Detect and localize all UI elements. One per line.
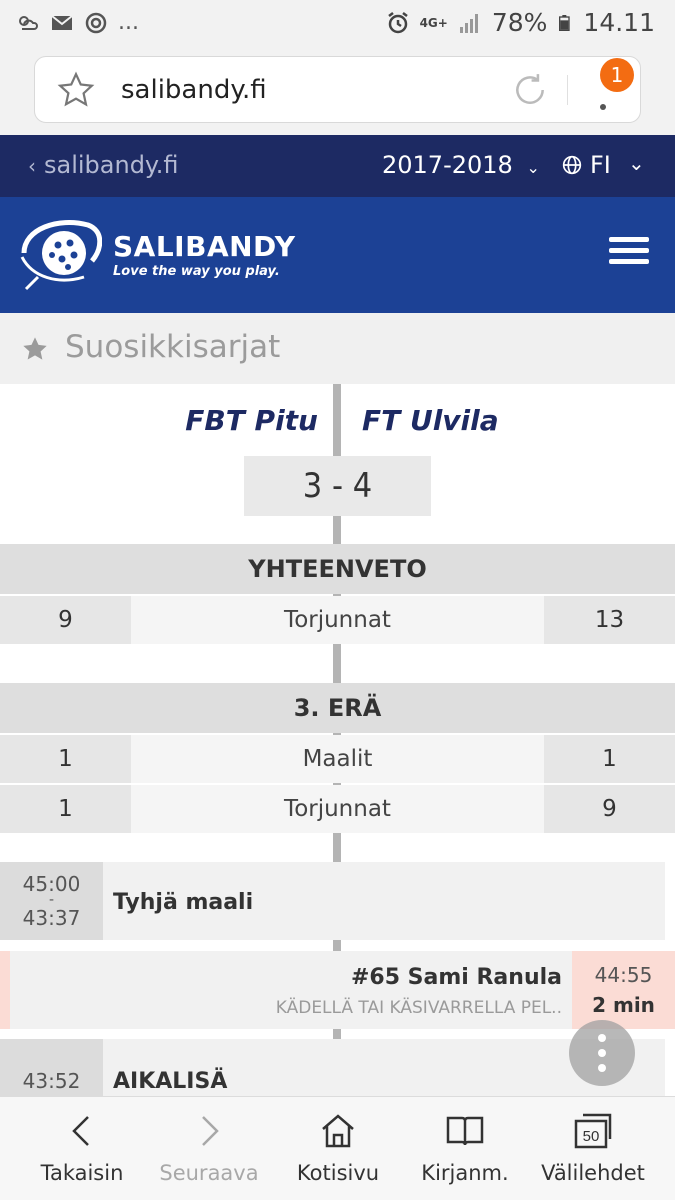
back-icon bbox=[72, 1116, 89, 1146]
stat-label: Torjunnat bbox=[131, 785, 544, 833]
network-type: 4G+ bbox=[419, 15, 448, 30]
forward-icon bbox=[202, 1116, 219, 1146]
period-stat-row: 1 Torjunnat 9 bbox=[0, 785, 675, 833]
chevron-left-icon: ‹ bbox=[28, 154, 36, 178]
sync-icon bbox=[85, 12, 107, 33]
hamburger-menu-icon[interactable] bbox=[609, 237, 649, 267]
back-link-label: salibandy.fi bbox=[44, 151, 179, 179]
event-penalty: #65 Sami Ranula KÄDELLÄ TAI KÄSIVARRELLA… bbox=[0, 951, 675, 1029]
url-text[interactable]: salibandy.fi bbox=[121, 75, 267, 105]
event-empty-net: 45:00 - 43:37 Tyhjä maali bbox=[0, 862, 675, 940]
browser-toolbar: salibandy.fi 1 bbox=[0, 48, 675, 135]
penalty-reason: KÄDELLÄ TAI KÄSIVARRELLA PEL.. bbox=[275, 998, 562, 1018]
site-header: SALIBANDY Love the way you play. bbox=[0, 197, 675, 313]
back-button[interactable]: Takaisin bbox=[17, 1097, 147, 1200]
alarm-icon bbox=[387, 11, 408, 33]
home-stat-value: 1 bbox=[0, 785, 131, 833]
tabs-icon: 50 bbox=[574, 1113, 612, 1149]
signal-icon bbox=[459, 13, 478, 33]
match-detail: FBT Pitu FT Ulvila 3 - 4 YHTEENVETO 9 To… bbox=[0, 384, 675, 1100]
period-section-title: 3. ERÄ bbox=[0, 683, 675, 733]
event-body: Tyhjä maali bbox=[103, 862, 665, 940]
away-stat-value: 1 bbox=[544, 735, 675, 783]
home-team-name[interactable]: FBT Pitu bbox=[0, 404, 318, 437]
address-divider bbox=[567, 75, 568, 105]
event-time-value: 44:55 bbox=[594, 963, 653, 987]
tab-count: 50 bbox=[583, 1128, 600, 1145]
away-stat-value: 9 bbox=[544, 785, 675, 833]
stat-label: Torjunnat bbox=[131, 596, 544, 644]
home-stat-value: 9 bbox=[0, 596, 131, 644]
penalty-duration: 2 min bbox=[592, 993, 655, 1017]
back-label: Takaisin bbox=[40, 1161, 124, 1185]
favorites-label: Suosikkisarjat bbox=[65, 329, 281, 365]
period-stat-row: 1 Maalit 1 bbox=[0, 735, 675, 783]
bookmarks-button[interactable]: Kirjanm. bbox=[400, 1097, 530, 1200]
mail-icon bbox=[51, 14, 73, 30]
season-label: 2017-2018 bbox=[382, 151, 513, 179]
event-accent bbox=[0, 951, 10, 1029]
bookmarks-icon bbox=[446, 1116, 484, 1146]
weather-icon bbox=[19, 15, 38, 30]
site-top-nav: ‹ salibandy.fi 2017-2018 ⌄ FI ⌄ bbox=[0, 135, 675, 197]
status-bar-right: 4G+ 78% 14.11 bbox=[386, 8, 655, 37]
tabs-label: Välilehdet bbox=[541, 1161, 645, 1185]
tabs-button[interactable]: 50 Välilehdet bbox=[528, 1097, 658, 1200]
match-score: 3 - 4 bbox=[244, 456, 431, 516]
event-time: 45:00 - 43:37 bbox=[0, 862, 103, 940]
address-bar[interactable]: salibandy.fi bbox=[34, 56, 641, 123]
reload-icon[interactable] bbox=[511, 71, 549, 109]
brand-name[interactable]: SALIBANDY bbox=[113, 230, 296, 263]
event-edge bbox=[665, 862, 675, 940]
penalty-player[interactable]: #65 Sami Ranula bbox=[351, 965, 562, 990]
stat-label: Maalit bbox=[131, 735, 544, 783]
summary-stat-row: 9 Torjunnat 13 bbox=[0, 596, 675, 644]
status-bar: ... 4G+ 78% 14.11 bbox=[0, 0, 675, 48]
event-time: 44:55 2 min bbox=[572, 951, 675, 1029]
status-bar-left: ... bbox=[16, 10, 139, 35]
event-time-end: 43:37 bbox=[22, 906, 81, 930]
forward-label: Seuraava bbox=[159, 1161, 259, 1185]
floorball-logo-icon[interactable] bbox=[18, 215, 102, 291]
bookmark-star-icon[interactable] bbox=[57, 71, 95, 109]
notification-badge[interactable]: 1 bbox=[600, 58, 634, 92]
back-to-site-link[interactable]: ‹ salibandy.fi bbox=[28, 151, 178, 179]
season-selector[interactable]: 2017-2018 ⌄ bbox=[382, 151, 540, 179]
away-team-name[interactable]: FT Ulvila bbox=[362, 404, 499, 437]
battery-icon bbox=[559, 14, 571, 31]
event-time-value: 43:52 bbox=[22, 1069, 81, 1093]
home-label: Kotisivu bbox=[296, 1161, 380, 1185]
star-icon bbox=[23, 337, 47, 360]
summary-section-title: YHTEENVETO bbox=[0, 544, 675, 594]
brand-tagline: Love the way you play. bbox=[113, 264, 280, 279]
home-button[interactable]: Kotisivu bbox=[273, 1097, 403, 1200]
battery-percent: 78% bbox=[491, 8, 548, 37]
forward-button[interactable]: Seuraava bbox=[144, 1097, 274, 1200]
chevron-down-icon: ⌄ bbox=[526, 158, 540, 177]
globe-icon bbox=[562, 155, 582, 175]
bookmarks-label: Kirjanm. bbox=[421, 1161, 509, 1185]
event-title: Tyhjä maali bbox=[113, 890, 254, 915]
home-icon bbox=[322, 1114, 354, 1148]
language-selector[interactable]: FI bbox=[562, 151, 611, 179]
chevron-down-icon[interactable]: ⌄ bbox=[628, 151, 645, 175]
event-title: AIKALISÄ bbox=[113, 1069, 228, 1094]
browser-bottom-bar: Takaisin Seuraava Kotisivu Kirjanm. 50 V… bbox=[0, 1096, 675, 1200]
event-body: #65 Sami Ranula KÄDELLÄ TAI KÄSIVARRELLA… bbox=[10, 951, 572, 1029]
clock: 14.11 bbox=[583, 8, 655, 37]
status-more: ... bbox=[118, 10, 139, 35]
more-options-button[interactable] bbox=[569, 1020, 635, 1086]
event-time: 43:52 bbox=[0, 1039, 103, 1100]
favorites-bar[interactable]: Suosikkisarjat bbox=[0, 313, 675, 384]
away-stat-value: 13 bbox=[544, 596, 675, 644]
home-stat-value: 1 bbox=[0, 735, 131, 783]
language-label: FI bbox=[590, 151, 611, 179]
